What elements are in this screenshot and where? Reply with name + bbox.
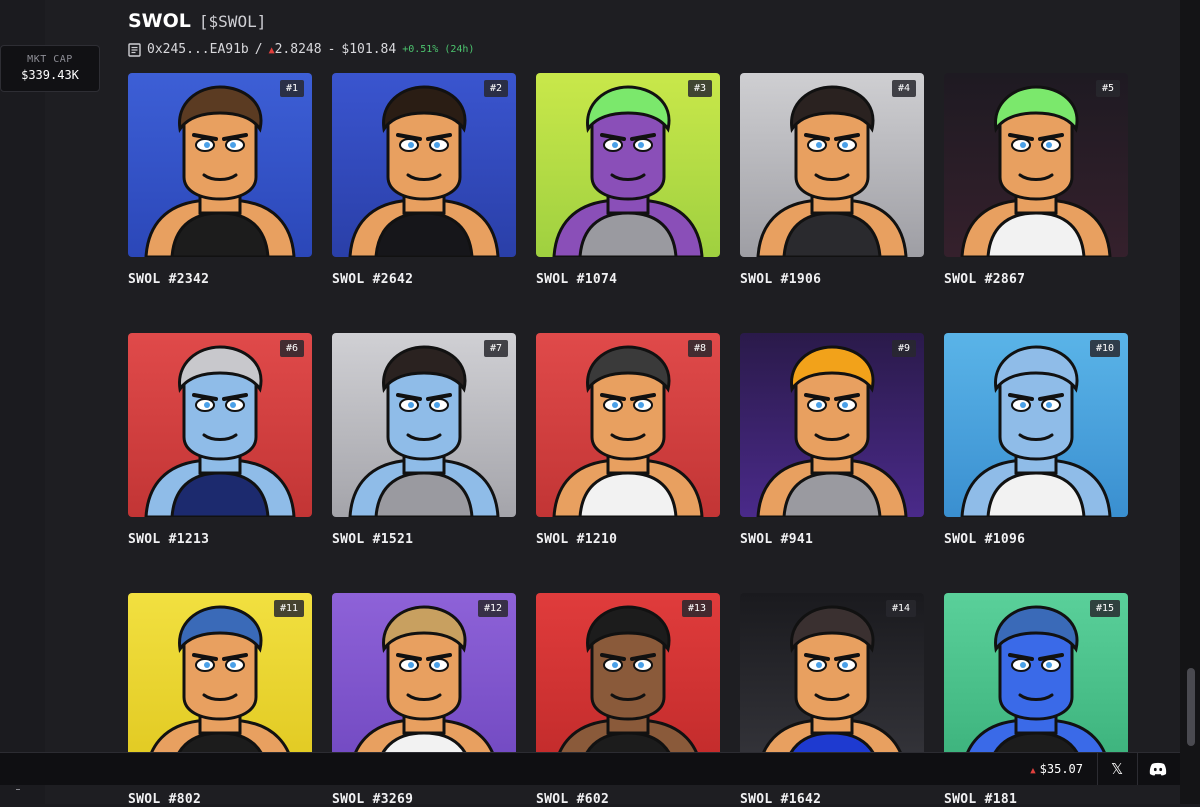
- nft-name[interactable]: SWOL #3269: [332, 792, 516, 807]
- nft-artwork[interactable]: #9: [740, 333, 924, 517]
- footer-bar: ▲ $35.07 𝕏: [0, 752, 1180, 785]
- rank-badge: #12: [477, 600, 508, 617]
- nft-grid: #1 SWOL #2342 #2 SWOL #2642 #3 SWOL #1074 #4 SW…: [128, 73, 1128, 807]
- footer-price-value: $35.07: [1039, 762, 1083, 776]
- nft-name[interactable]: SWOL #1210: [536, 532, 720, 547]
- nft-name[interactable]: SWOL #1074: [536, 272, 720, 287]
- nft-artwork[interactable]: #15: [944, 593, 1128, 777]
- nft-card[interactable]: #4 SWOL #1906: [740, 73, 924, 287]
- nft-name[interactable]: SWOL #2642: [332, 272, 516, 287]
- up-triangle-icon: ▲: [1030, 766, 1036, 776]
- market-cap-box: MKT CAP $339.43K: [0, 45, 100, 92]
- nft-card[interactable]: #8 SWOL #1210: [536, 333, 720, 547]
- sidebar-tick: [16, 789, 20, 790]
- nft-card[interactable]: #6 SWOL #1213: [128, 333, 312, 547]
- nft-card[interactable]: #2 SWOL #2642: [332, 73, 516, 287]
- nft-artwork[interactable]: #13: [536, 593, 720, 777]
- nft-artwork[interactable]: #6: [128, 333, 312, 517]
- nft-name[interactable]: SWOL #1642: [740, 792, 924, 807]
- scrollbar-thumb[interactable]: [1187, 668, 1195, 746]
- rank-badge: #10: [1089, 340, 1120, 357]
- token-header: SWOL [$SWOL]: [128, 10, 266, 32]
- nft-name[interactable]: SWOL #1906: [740, 272, 924, 287]
- token-info-row: 0x245...EA91b / ▲2.8248 - $101.84 +0.51%…: [128, 42, 474, 57]
- rank-badge: #14: [885, 600, 916, 617]
- rank-badge: #1: [279, 80, 304, 97]
- nft-artwork[interactable]: #11: [128, 593, 312, 777]
- market-cap-value: $339.43K: [21, 68, 79, 82]
- market-cap-label: MKT CAP: [27, 54, 73, 65]
- nft-artwork[interactable]: #12: [332, 593, 516, 777]
- rank-badge: #2: [483, 80, 508, 97]
- rank-badge: #11: [273, 600, 304, 617]
- usd-price: $101.84: [341, 42, 397, 57]
- rank-badge: #4: [891, 80, 916, 97]
- rank-badge: #6: [279, 340, 304, 357]
- nft-name[interactable]: SWOL #941: [740, 532, 924, 547]
- separator: /: [254, 42, 263, 57]
- nft-artwork[interactable]: #2: [332, 73, 516, 257]
- nft-card[interactable]: #10 SWOL #1096: [944, 333, 1128, 547]
- rank-badge: #9: [891, 340, 916, 357]
- nft-name[interactable]: SWOL #1096: [944, 532, 1128, 547]
- nft-name[interactable]: SWOL #2342: [128, 272, 312, 287]
- rank-badge: #8: [687, 340, 712, 357]
- nft-name[interactable]: SWOL #2867: [944, 272, 1128, 287]
- rank-badge: #15: [1089, 600, 1120, 617]
- nft-card[interactable]: #7 SWOL #1521: [332, 333, 516, 547]
- nft-artwork[interactable]: #5: [944, 73, 1128, 257]
- rank-badge: #5: [1095, 80, 1120, 97]
- nft-artwork[interactable]: #4: [740, 73, 924, 257]
- rank-badge: #13: [681, 600, 712, 617]
- discord-glyph: [1149, 762, 1167, 776]
- nft-card[interactable]: #9 SWOL #941: [740, 333, 924, 547]
- rank-badge: #7: [483, 340, 508, 357]
- footer-price: ▲ $35.07: [1030, 753, 1098, 785]
- token-ticker: [$SWOL]: [198, 12, 267, 31]
- nft-artwork[interactable]: #14: [740, 593, 924, 777]
- nft-name[interactable]: SWOL #1213: [128, 532, 312, 547]
- contract-address[interactable]: 0x245...EA91b: [147, 42, 249, 57]
- nft-name[interactable]: SWOL #181: [944, 792, 1128, 807]
- nft-name[interactable]: SWOL #802: [128, 792, 312, 807]
- discord-icon[interactable]: [1138, 753, 1178, 785]
- nft-artwork[interactable]: #3: [536, 73, 720, 257]
- nft-artwork[interactable]: #10: [944, 333, 1128, 517]
- x-twitter-icon[interactable]: 𝕏: [1097, 753, 1138, 785]
- nft-artwork[interactable]: #8: [536, 333, 720, 517]
- nft-artwork[interactable]: #7: [332, 333, 516, 517]
- nft-name[interactable]: SWOL #1521: [332, 532, 516, 547]
- dash: -: [327, 42, 336, 57]
- price-change: +0.51% (24h): [402, 44, 475, 55]
- eth-price: 2.8248: [274, 42, 322, 57]
- nft-name[interactable]: SWOL #602: [536, 792, 720, 807]
- rank-badge: #3: [687, 80, 712, 97]
- nft-card[interactable]: #5 SWOL #2867: [944, 73, 1128, 287]
- copy-document-icon[interactable]: [128, 42, 141, 57]
- nft-artwork[interactable]: #1: [128, 73, 312, 257]
- nft-card[interactable]: #1 SWOL #2342: [128, 73, 312, 287]
- scrollbar[interactable]: [1180, 0, 1200, 804]
- nft-card[interactable]: #3 SWOL #1074: [536, 73, 720, 287]
- token-name: SWOL: [128, 10, 191, 32]
